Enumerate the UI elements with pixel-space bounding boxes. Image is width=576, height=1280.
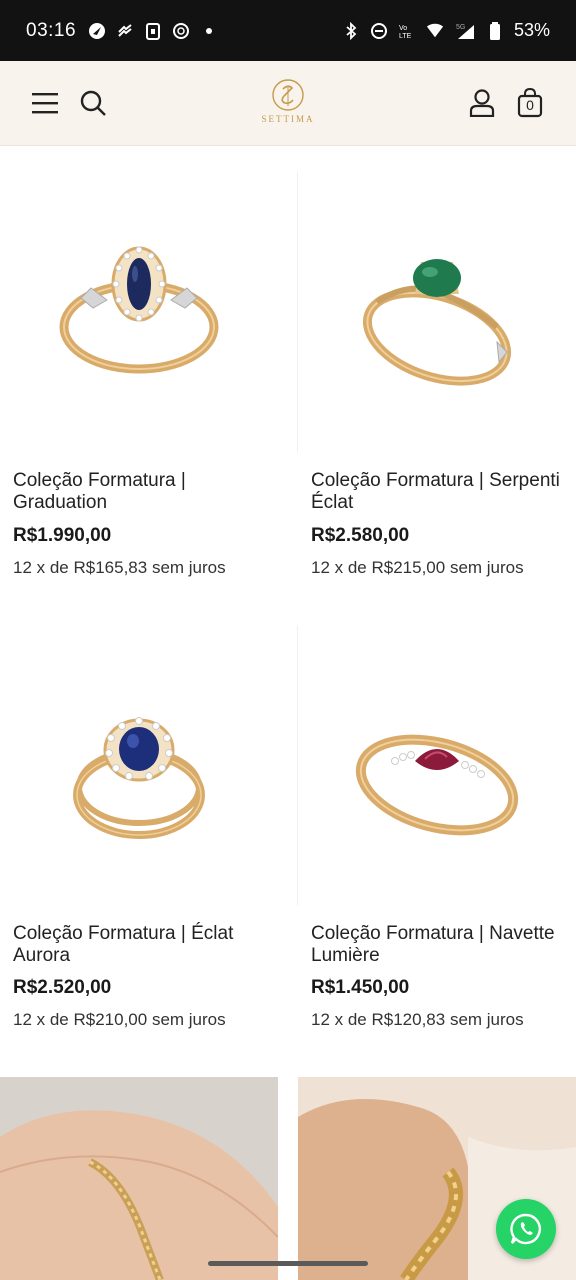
product-installments: 12 x de R$210,00 sem juros [13, 1010, 226, 1029]
product-installments: 12 x de R$215,00 sem juros [311, 558, 524, 577]
product-card[interactable]: Coleção Formatura | Serpenti Éclat R$2.5… [298, 172, 576, 592]
cell-signal-icon: 5G [454, 22, 476, 40]
product-name[interactable]: Coleção Formatura | Graduation [13, 470, 273, 514]
menu-button[interactable] [27, 85, 63, 121]
app-notification-icon [116, 22, 134, 40]
whatsapp-chat-button[interactable] [496, 1199, 556, 1259]
account-button[interactable] [464, 85, 500, 121]
status-left-icons [88, 22, 218, 40]
product-installments: 12 x de R$165,83 sem juros [13, 558, 226, 577]
status-time: 03:16 [26, 19, 77, 41]
search-icon [80, 90, 106, 116]
dot-icon [200, 22, 218, 40]
user-icon [469, 89, 495, 117]
ring-image [59, 246, 219, 374]
product-name[interactable]: Coleção Formatura | Navette Lumière [311, 923, 571, 967]
wallet-icon [144, 22, 162, 40]
product-image[interactable] [298, 625, 576, 905]
bluetooth-icon [342, 21, 360, 40]
site-header: SETTIMA 0 [0, 61, 576, 146]
svg-text:LTE: LTE [399, 33, 412, 40]
brand-logo[interactable]: SETTIMA [258, 78, 318, 130]
product-card[interactable]: Coleção Formatura | Navette Lumière R$1.… [298, 625, 576, 1045]
product-price: R$1.450,00 [311, 977, 410, 998]
product-name[interactable]: Coleção Formatura | Serpenti Éclat [311, 470, 571, 514]
do-not-disturb-icon [370, 22, 388, 40]
product-image[interactable] [0, 172, 278, 452]
logo-emblem-icon [272, 79, 304, 111]
cart-count: 0 [526, 97, 534, 113]
status-right: Vo LTE 5G 53% [342, 20, 550, 41]
ring-image [355, 734, 519, 836]
product-card[interactable]: Coleção Formatura | Éclat Aurora R$2.520… [0, 625, 288, 1045]
product-price: R$2.520,00 [13, 977, 112, 998]
cart-button[interactable]: 0 [512, 85, 548, 121]
product-image[interactable] [298, 172, 576, 452]
gemstone [413, 259, 461, 297]
menu-icon [32, 93, 58, 114]
bracelet-photo[interactable] [0, 1077, 278, 1280]
gemstone [119, 727, 159, 771]
product-image[interactable] [0, 625, 278, 905]
wifi-icon [426, 22, 444, 40]
svg-text:Vo: Vo [399, 25, 407, 32]
search-button[interactable] [75, 85, 111, 121]
battery-percent: 53% [513, 20, 550, 40]
product-price: R$1.990,00 [13, 525, 112, 546]
openai-icon [172, 22, 190, 40]
gemstone [127, 258, 151, 310]
network-label: 5G [456, 24, 465, 31]
product-installments: 12 x de R$120,83 sem juros [311, 1010, 524, 1029]
wrist-photo-image [0, 1077, 278, 1280]
volte-icon: Vo LTE [398, 22, 416, 40]
product-price: R$2.580,00 [311, 525, 410, 546]
status-bar: 03:16 Vo LTE 5G 53% [0, 0, 576, 61]
ring-image [362, 259, 512, 386]
brand-name: SETTIMA [261, 114, 315, 124]
navigation-app-icon [88, 22, 106, 40]
ring-image [73, 717, 205, 839]
product-name[interactable]: Coleção Formatura | Éclat Aurora [13, 923, 273, 967]
product-card[interactable]: Coleção Formatura | Graduation R$1.990,0… [0, 172, 288, 592]
battery-icon [486, 21, 504, 40]
whatsapp-icon [510, 1213, 541, 1245]
gesture-home-bar[interactable] [208, 1261, 368, 1266]
